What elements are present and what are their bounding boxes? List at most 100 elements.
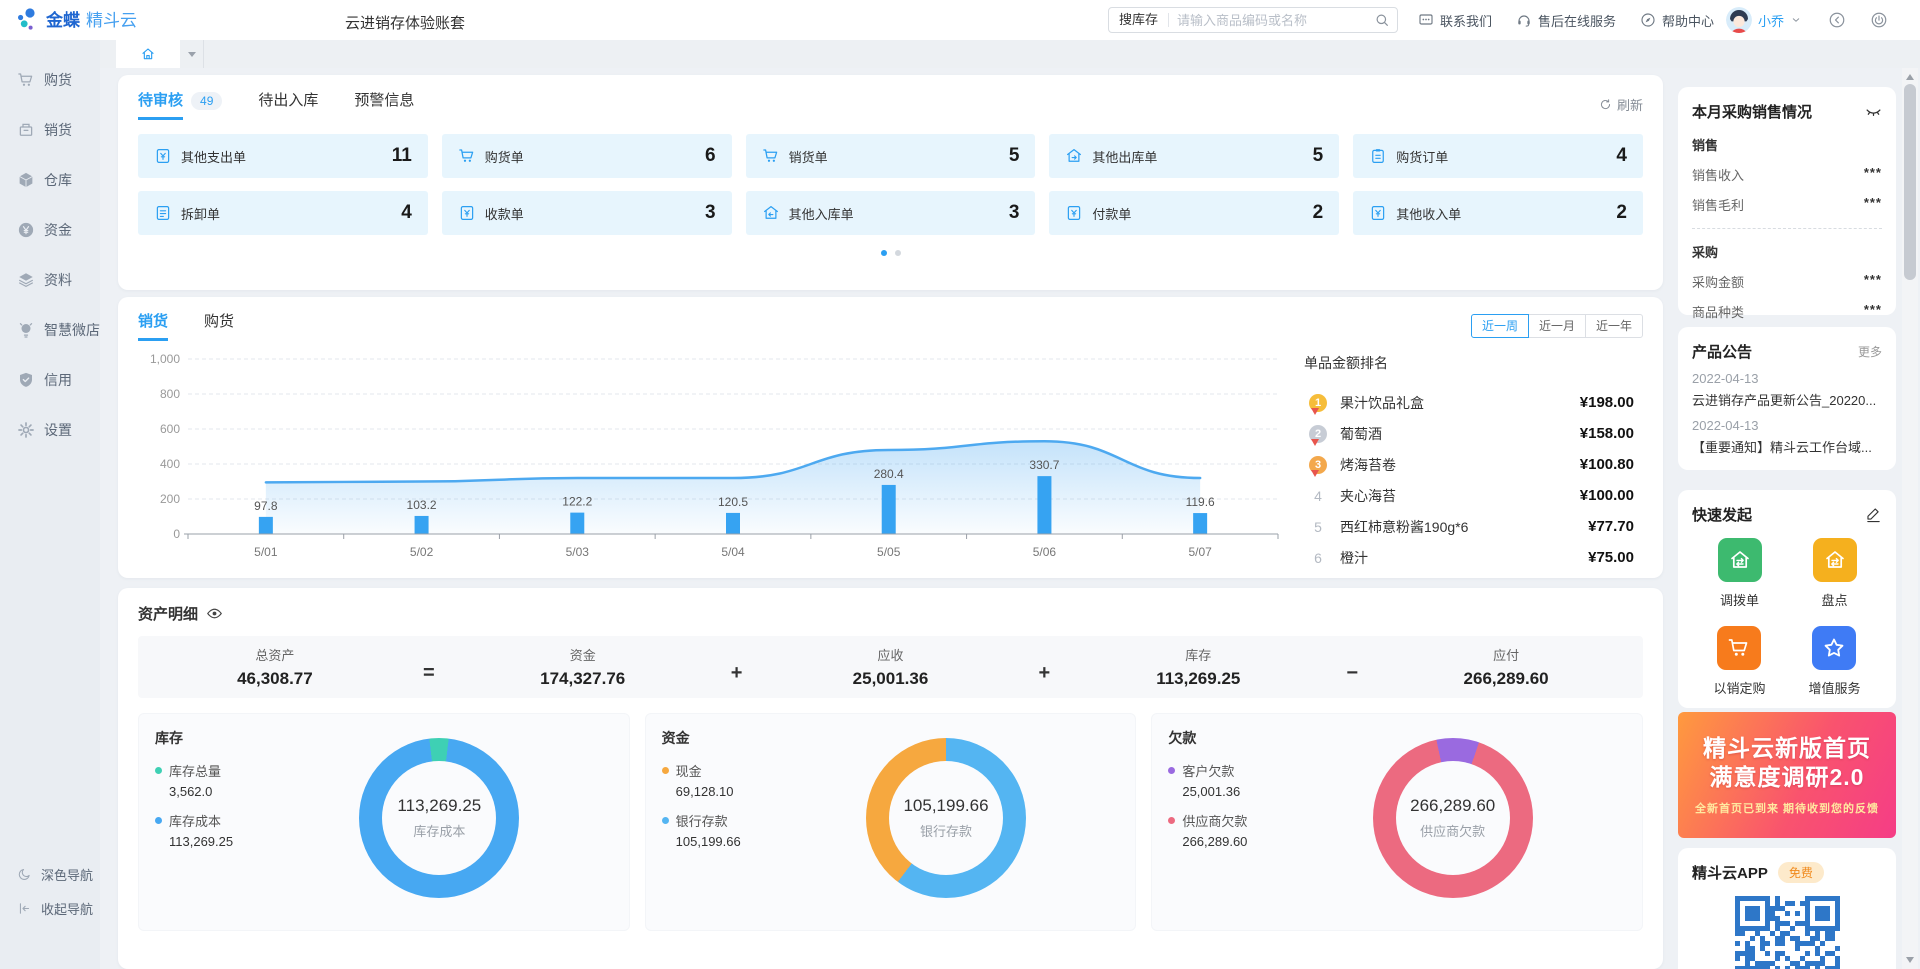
search-icon[interactable]: [1367, 12, 1397, 28]
rank-number: 5: [1314, 519, 1322, 535]
quick-launch-title: 快速发起: [1692, 504, 1752, 525]
refresh-button[interactable]: 刷新: [1599, 95, 1643, 114]
todo-card-付款单[interactable]: 付款单2: [1049, 191, 1339, 235]
header-link-after-sales[interactable]: 售后在线服务: [1516, 11, 1616, 30]
ranking-row[interactable]: 6橙汁¥75.00: [1304, 542, 1634, 573]
todo-card-其他出库单[interactable]: 其他出库单5: [1049, 134, 1339, 178]
house-out-icon: [1065, 147, 1083, 165]
summary-row-value: ***: [1864, 272, 1882, 291]
rank-cell: 1: [1304, 394, 1332, 412]
sidebar-footer-收起导航[interactable]: 收起导航: [0, 891, 100, 925]
quick-tile-调拨单[interactable]: 调拨单: [1718, 538, 1762, 609]
formula-item-总资产: 总资产46,308.77: [138, 645, 412, 689]
header-link-contact[interactable]: 联系我们: [1418, 11, 1492, 30]
announcement-item[interactable]: 2022-04-13云进销存产品更新公告_20220...: [1692, 371, 1882, 409]
formula-label: 资金: [446, 645, 720, 664]
search-input[interactable]: [1169, 13, 1367, 28]
sidebar-item-仓库[interactable]: 仓库: [0, 155, 100, 205]
todo-tab-预警信息[interactable]: 预警信息: [354, 89, 414, 120]
ranking-row[interactable]: 5西红柿意粉酱190g*6¥77.70: [1304, 511, 1634, 542]
ranking-row[interactable]: 3烤海苔卷¥100.80: [1304, 449, 1634, 480]
ranking-row[interactable]: 4夹心海苔¥100.00: [1304, 480, 1634, 511]
banner-line3: 全新首页已到来 期待收到您的反馈: [1695, 800, 1879, 816]
legend-dot-icon: [155, 767, 162, 774]
tab-list-dropdown[interactable]: [180, 40, 204, 68]
legend-label: 银行存款: [676, 811, 728, 830]
sidebar-item-销货[interactable]: 销货: [0, 105, 100, 155]
todo-card-销货单[interactable]: 销货单5: [746, 134, 1036, 178]
page-scrollbar[interactable]: [1902, 68, 1918, 969]
carousel-dot-2[interactable]: [895, 250, 901, 256]
more-link[interactable]: 更多: [1858, 343, 1882, 360]
app-download-panel: 精斗云APP 免费: [1678, 848, 1896, 969]
todo-card-拆卸单[interactable]: 拆卸单4: [138, 191, 428, 235]
range-button-近一年[interactable]: 近一年: [1585, 314, 1643, 338]
ranking-item-name: 果汁饮品礼盒: [1340, 393, 1424, 413]
sidebar-item-资金[interactable]: 资金: [0, 205, 100, 255]
todo-card-其他入库单[interactable]: 其他入库单3: [746, 191, 1036, 235]
sidebar-item-信用[interactable]: 信用: [0, 355, 100, 405]
medal-rank-2-icon: 2: [1309, 425, 1327, 443]
todo-tab-待出入库[interactable]: 待出入库: [258, 89, 318, 120]
app-logo[interactable]: 金蝶 精斗云: [16, 6, 137, 31]
trend-tab-销货[interactable]: 销货: [138, 310, 168, 341]
todo-card-label: 其他出库单: [1092, 147, 1157, 166]
ranking-item-name: 夹心海苔: [1340, 486, 1396, 506]
sidebar-item-购货[interactable]: 购货: [0, 55, 100, 105]
eye-icon[interactable]: [206, 605, 223, 622]
ranking-item-amount: ¥77.70: [1588, 518, 1634, 535]
assets-panel: 资产明细 总资产46,308.77=资金174,327.76+应收25,001.…: [118, 588, 1663, 969]
eye-closed-icon[interactable]: [1865, 103, 1882, 120]
refresh-label: 刷新: [1617, 95, 1643, 114]
quick-tile-盘点[interactable]: 盘点: [1813, 538, 1857, 609]
todo-card-count: 3: [1009, 202, 1020, 224]
todo-card-购货订单[interactable]: 购货订单4: [1353, 134, 1643, 178]
sidebar-item-label: 销货: [44, 120, 72, 140]
ranking-row[interactable]: 2葡萄酒¥158.00: [1304, 418, 1634, 449]
edit-pencil-icon[interactable]: [1865, 506, 1882, 523]
medal-rank-3-icon: 3: [1309, 456, 1327, 474]
ranking-row[interactable]: 1果汁饮品礼盒¥198.00: [1304, 387, 1634, 418]
todo-tab-待审核[interactable]: 待审核49: [138, 89, 222, 120]
svg-text:122.2: 122.2: [562, 495, 592, 509]
todo-card-label: 购货订单: [1396, 147, 1448, 166]
todo-card-收款单[interactable]: 收款单3: [442, 191, 732, 235]
announcement-item[interactable]: 2022-04-13【重要通知】精斗云工作台域...: [1692, 418, 1882, 456]
survey-banner[interactable]: 精斗云新版首页 满意度调研2.0 全新首页已到来 期待收到您的反馈: [1678, 712, 1896, 838]
back-icon[interactable]: [1828, 11, 1846, 29]
sidebar-item-资料[interactable]: 资料: [0, 255, 100, 305]
trend-tab-购货[interactable]: 购货: [204, 310, 234, 341]
range-button-近一月[interactable]: 近一月: [1528, 314, 1586, 338]
svg-text:200: 200: [160, 492, 180, 506]
quick-tile-以销定购[interactable]: 以销定购: [1713, 626, 1765, 697]
scroll-down-arrow[interactable]: [1902, 953, 1918, 967]
legend-label: 库存总量: [169, 761, 221, 780]
todo-card-购货单[interactable]: 购货单6: [442, 134, 732, 178]
app-qr-code: [1692, 896, 1882, 969]
sidebar-footer-深色导航[interactable]: 深色导航: [0, 857, 100, 891]
header-link-label: 售后在线服务: [1538, 11, 1616, 30]
todo-card-其他收入单[interactable]: 其他收入单2: [1353, 191, 1643, 235]
home-tab[interactable]: [116, 40, 180, 68]
user-menu[interactable]: 小乔: [1726, 0, 1802, 40]
logout-power-icon[interactable]: [1870, 11, 1888, 29]
legend-label: 现金: [676, 761, 702, 780]
todo-tab-label: 待审核: [138, 89, 183, 120]
cube-icon: [17, 171, 35, 189]
header-link-label: 联系我们: [1440, 11, 1492, 30]
search-scope-selector[interactable]: 搜库存: [1109, 13, 1169, 27]
header-link-help-center[interactable]: 帮助中心: [1640, 11, 1714, 30]
svg-text:5/05: 5/05: [877, 545, 901, 559]
range-button-近一周[interactable]: 近一周: [1471, 314, 1529, 338]
todo-card-其他支出单[interactable]: 其他支出单11: [138, 134, 428, 178]
sidebar-item-智慧微店[interactable]: 智慧微店: [0, 305, 100, 355]
doc-icon: [154, 204, 172, 222]
home-icon: [140, 46, 156, 62]
scrollbar-thumb[interactable]: [1904, 84, 1916, 280]
sidebar-item-设置[interactable]: 设置: [0, 405, 100, 455]
quick-tile-增值服务[interactable]: 增值服务: [1808, 626, 1860, 697]
carousel-dot-1[interactable]: [881, 250, 887, 256]
scroll-up-arrow[interactable]: [1902, 70, 1918, 84]
assets-formula: 总资产46,308.77=资金174,327.76+应收25,001.36+库存…: [138, 636, 1643, 698]
legend-label: 供应商欠款: [1182, 811, 1247, 830]
